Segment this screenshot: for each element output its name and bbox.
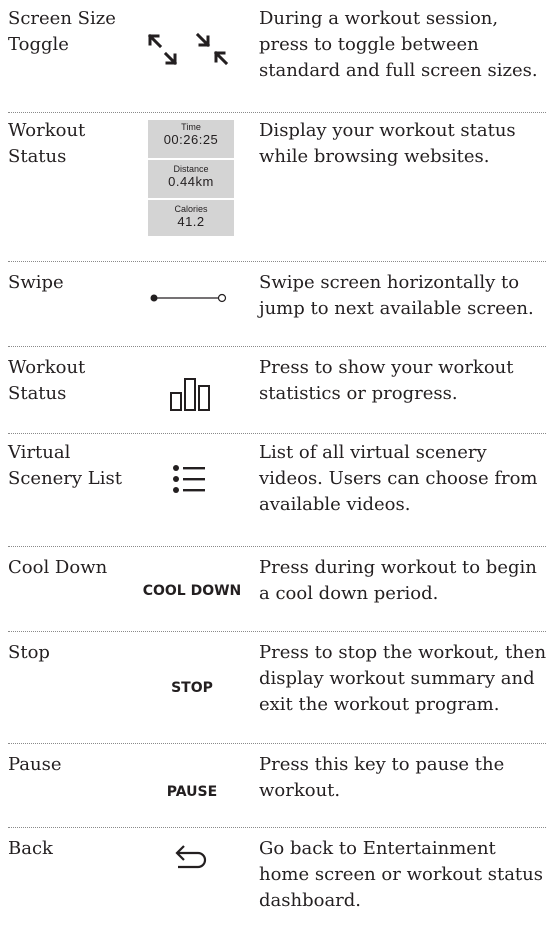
control-description: Swipe screen horizontally to jump to nex…: [259, 272, 534, 319]
control-name: Workout Status: [8, 357, 86, 404]
row-divider: [8, 546, 546, 547]
stop-button[interactable]: STOP: [140, 676, 244, 700]
row-divider: [8, 346, 546, 347]
control-row-stop: Stop STOP Press to stop the workout, the…: [8, 640, 546, 732]
control-row-pause: Pause PAUSE Press this key to pause the …: [8, 752, 546, 816]
control-row-screen-size-toggle: Screen Size Toggle During a workout sess…: [8, 6, 546, 102]
control-description: Press during workout to begin a cool dow…: [259, 557, 537, 604]
bar-chart-icon[interactable]: [168, 377, 214, 411]
control-name: Virtual Scenery List: [8, 442, 122, 489]
row-divider: [8, 631, 546, 632]
control-description: Display your workout status while browsi…: [259, 120, 516, 167]
control-name: Swipe: [8, 272, 64, 293]
swipe-icon[interactable]: [146, 286, 242, 310]
stat-time-value: 00:26:25: [163, 132, 219, 147]
control-description: During a workout session, press to toggl…: [259, 8, 538, 81]
stat-distance-value: 0.44km: [168, 174, 214, 189]
stat-distance-label: Distance: [173, 164, 209, 174]
row-divider: [8, 743, 546, 744]
stat-distance: Distance 0.44km: [148, 160, 234, 198]
control-name: Cool Down: [8, 557, 108, 578]
workout-status-panel[interactable]: Time 00:26:25 Distance 0.44km Calories 4…: [148, 120, 234, 236]
control-name: Pause: [8, 754, 62, 775]
control-row-back: Back Go back to Entertainment home scree…: [8, 836, 546, 928]
stat-calories: Calories 41.2: [148, 200, 234, 236]
control-row-swipe: Swipe Swipe screen horizontally to jump …: [8, 270, 546, 330]
pause-button[interactable]: PAUSE: [140, 780, 244, 804]
control-name: Stop: [8, 642, 50, 663]
row-divider: [8, 827, 546, 828]
list-icon[interactable]: [168, 462, 210, 496]
control-row-virtual-scenery-list: Virtual Scenery List List of all virtual…: [8, 440, 546, 528]
control-row-workout-statistics: Workout Status Press to show your workou…: [8, 355, 546, 419]
control-description: List of all virtual scenery videos. User…: [259, 442, 538, 515]
stat-time-label: Time: [181, 122, 201, 132]
row-divider: [8, 261, 546, 262]
control-row-workout-status-panel: Workout Status Time 00:26:25 Distance 0.…: [8, 118, 546, 238]
stat-calories-value: 41.2: [177, 214, 205, 229]
stat-calories-label: Calories: [174, 204, 208, 214]
row-divider: [8, 112, 546, 113]
control-description: Press to stop the workout, then display …: [259, 642, 547, 715]
control-description: Go back to Entertainment home screen or …: [259, 838, 543, 911]
row-divider: [8, 433, 546, 434]
cool-down-button[interactable]: COOL DOWN: [140, 579, 244, 603]
stat-time: Time 00:26:25: [148, 120, 234, 158]
control-description: Press this key to pause the workout.: [259, 754, 505, 801]
control-name: Screen Size Toggle: [8, 8, 116, 55]
control-row-cool-down: Cool Down COOL DOWN Press during workout…: [8, 555, 546, 619]
back-arrow-icon[interactable]: [172, 842, 212, 872]
screen-size-toggle-icon[interactable]: [140, 28, 240, 72]
control-name: Back: [8, 838, 53, 859]
control-name: Workout Status: [8, 120, 86, 167]
control-description: Press to show your workout statistics or…: [259, 357, 514, 404]
